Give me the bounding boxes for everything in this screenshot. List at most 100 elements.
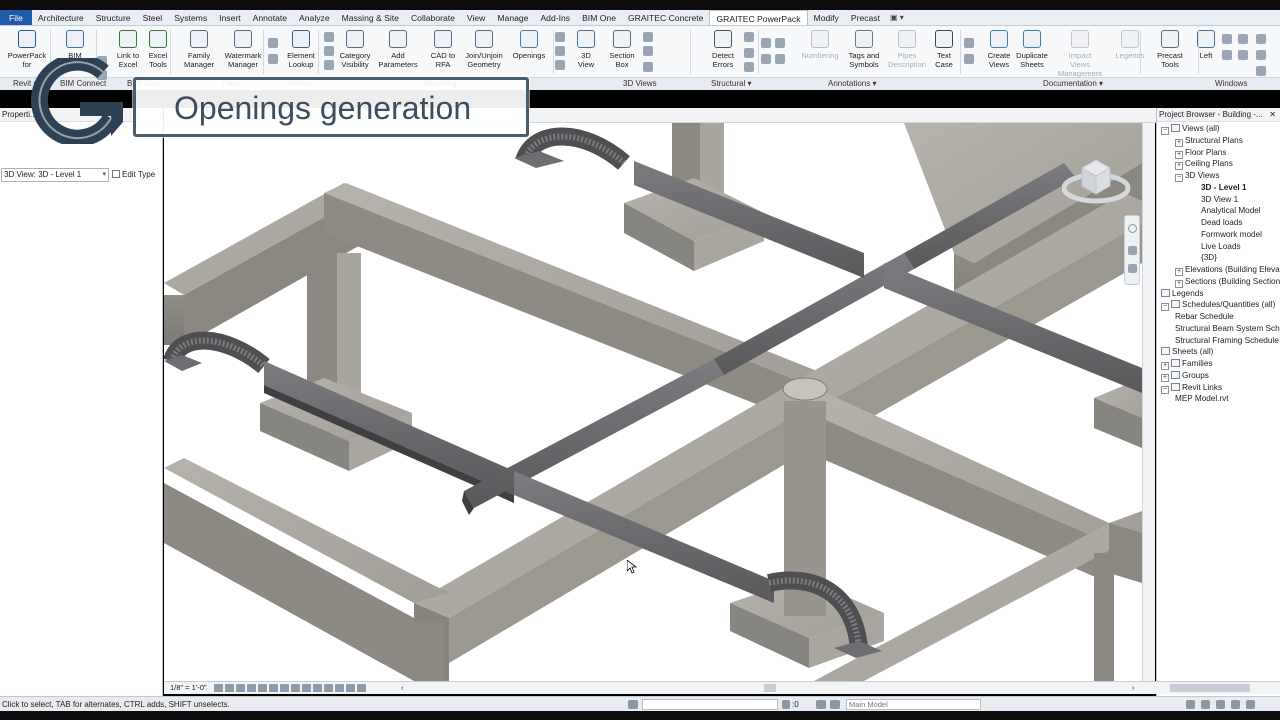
browser-item[interactable]: − Schedules/Quantities (all) (1161, 299, 1275, 312)
ribbon-small-tool-icon[interactable] (1256, 50, 1266, 60)
detect-errors-button[interactable]: Detect Errors (701, 28, 745, 69)
category-visibility-button[interactable]: Category Visibility (333, 28, 377, 69)
numbering-button[interactable]: Numbering (798, 28, 842, 60)
crop-icon[interactable] (269, 684, 278, 692)
duplicate-sheets-button[interactable]: Duplicate Sheets (1010, 28, 1054, 69)
tab-modify[interactable]: Modify (808, 10, 845, 25)
design-option-selector[interactable]: Main Model (846, 699, 981, 710)
browser-item[interactable]: + Sections (Building Section) (1175, 276, 1280, 288)
filter-zero-icon[interactable] (782, 700, 790, 709)
tab-bim-one[interactable]: BIM One (576, 10, 622, 25)
browser-item[interactable]: Rebar Schedule (1175, 311, 1234, 323)
select-pinned-icon[interactable] (1216, 700, 1225, 709)
browser-item[interactable]: + Ceiling Plans (1175, 158, 1233, 171)
design-options-icon[interactable] (816, 700, 826, 709)
browser-item[interactable]: 3D - Level 1 (1201, 182, 1247, 194)
tab-analyze[interactable]: Analyze (293, 10, 336, 25)
ribbon-small-tool-icon[interactable] (643, 62, 653, 72)
browser-item[interactable]: Dead loads (1201, 217, 1242, 229)
reveal-constraints-icon[interactable] (346, 684, 355, 692)
view-type-selector[interactable]: 3D View: 3D - Level 1 ▾ (1, 168, 109, 182)
tab-architecture[interactable]: Architecture (32, 10, 90, 25)
tab-add-ins[interactable]: Add-Ins (534, 10, 576, 25)
ribbon-small-tool-icon[interactable] (744, 62, 754, 72)
scroll-left-icon[interactable]: ‹ (401, 682, 404, 694)
pan-icon[interactable] (1128, 264, 1137, 273)
tab-graitec-concrete[interactable]: GRAITEC Concrete (622, 10, 709, 25)
render-icon[interactable] (258, 684, 267, 692)
worksets-icon[interactable] (628, 700, 638, 709)
tab-manage[interactable]: Manage (491, 10, 534, 25)
ribbon-small-tool-icon[interactable] (761, 38, 771, 48)
3d-viewport[interactable] (164, 123, 1142, 681)
navigation-bar[interactable] (1124, 215, 1140, 285)
tab-insert[interactable]: Insert (213, 10, 247, 25)
ribbon-small-tool-icon[interactable] (1222, 34, 1232, 44)
view-scale[interactable]: 1/8" = 1'-0" (170, 682, 207, 694)
close-icon[interactable]: ✕ (1269, 108, 1276, 122)
collapse-icon[interactable]: − (1161, 303, 1169, 312)
tab-collaborate[interactable]: Collaborate (405, 10, 461, 25)
visual-style-icon[interactable] (225, 684, 234, 692)
cad-to-rfa-button[interactable]: CAD to RFA (421, 28, 465, 69)
browser-item[interactable]: Formwork model (1201, 229, 1262, 241)
add-parameters-button[interactable]: Add Parameters (376, 28, 420, 69)
ribbon-small-tool-icon[interactable] (324, 46, 334, 56)
tags-and-symbols-button[interactable]: Tags and Symbols (842, 28, 886, 69)
ribbon-small-tool-icon[interactable] (744, 48, 754, 58)
shadows-icon[interactable] (247, 684, 256, 692)
browser-item[interactable]: − Revit Links (1161, 382, 1222, 394)
tab-precast[interactable]: Precast (845, 10, 886, 25)
editable-only-icon[interactable] (830, 700, 840, 709)
filter-icon[interactable] (1246, 700, 1255, 709)
tab-massing-site[interactable]: Massing & Site (336, 10, 405, 25)
collapse-icon[interactable]: − (1175, 174, 1183, 182)
ribbon-small-tool-icon[interactable] (268, 38, 278, 48)
browser-item[interactable]: {3D} (1201, 252, 1217, 264)
ribbon-small-tool-icon[interactable] (775, 54, 785, 64)
browser-item[interactable]: + Groups (1161, 370, 1209, 382)
tab-systems[interactable]: Systems (168, 10, 213, 25)
browser-item[interactable]: MEP Model.rvt (1175, 393, 1229, 405)
tab-annotate[interactable]: Annotate (247, 10, 293, 25)
sun-path-icon[interactable] (236, 684, 245, 692)
browser-item[interactable]: + Floor Plans (1175, 147, 1226, 159)
browser-scroll-thumb[interactable] (1170, 684, 1250, 692)
ribbon-small-tool-icon[interactable] (643, 46, 653, 56)
openings-button[interactable]: Openings (507, 28, 551, 60)
ribbon-small-tool-icon[interactable] (964, 54, 974, 64)
panel-label-3d-views[interactable]: 3D Views (623, 78, 657, 90)
browser-item[interactable]: + Families (1161, 358, 1212, 370)
select-links-icon[interactable] (1186, 700, 1195, 709)
browser-item[interactable]: Legends (1161, 288, 1203, 300)
browser-item[interactable]: Sheets (all) (1161, 346, 1213, 358)
tab-view[interactable]: View (461, 10, 491, 25)
watermark-manager-button[interactable]: Watermark Manager (221, 28, 265, 69)
browser-horizontal-scrollbar[interactable] (1156, 681, 1280, 694)
browser-item[interactable]: Analytical Model (1201, 205, 1261, 217)
browser-item[interactable]: Structural Beam System Schedule (1175, 323, 1280, 335)
collapse-icon[interactable]: − (1161, 127, 1169, 135)
family-manager-button[interactable]: Family Manager (177, 28, 221, 69)
ribbon-small-tool-icon[interactable] (1222, 50, 1232, 60)
ribbon-small-tool-icon[interactable] (1238, 50, 1248, 60)
ribbon-small-tool-icon[interactable] (761, 54, 771, 64)
panel-label-documentation[interactable]: Documentation ▾ (1043, 78, 1103, 90)
zoom-icon[interactable] (1128, 246, 1137, 255)
ribbon-small-tool-icon[interactable] (1256, 66, 1266, 76)
browser-item[interactable]: +Elevations (Building Elevation) (1175, 264, 1280, 276)
lock-view-icon[interactable] (291, 684, 300, 692)
ribbon-small-tool-icon[interactable] (268, 54, 278, 64)
ribbon-small-tool-icon[interactable] (555, 32, 565, 42)
section-box-button[interactable]: Section Box (600, 28, 644, 69)
highlight-displacement-icon[interactable] (335, 684, 344, 692)
tab-steel[interactable]: Steel (137, 10, 169, 25)
quick-access-dropdown-icon[interactable]: ▣ ▾ (886, 10, 908, 25)
ribbon-small-tool-icon[interactable] (324, 60, 334, 70)
ribbon-small-tool-icon[interactable] (555, 60, 565, 70)
select-underlay-icon[interactable] (1201, 700, 1210, 709)
browser-item[interactable]: 3D View 1 (1201, 194, 1238, 206)
join-unjoin-geometry-button[interactable]: Join/Unjoin Geometry (462, 28, 506, 69)
browser-item[interactable]: Live Loads (1201, 241, 1241, 253)
ribbon-small-tool-icon[interactable] (1238, 34, 1248, 44)
